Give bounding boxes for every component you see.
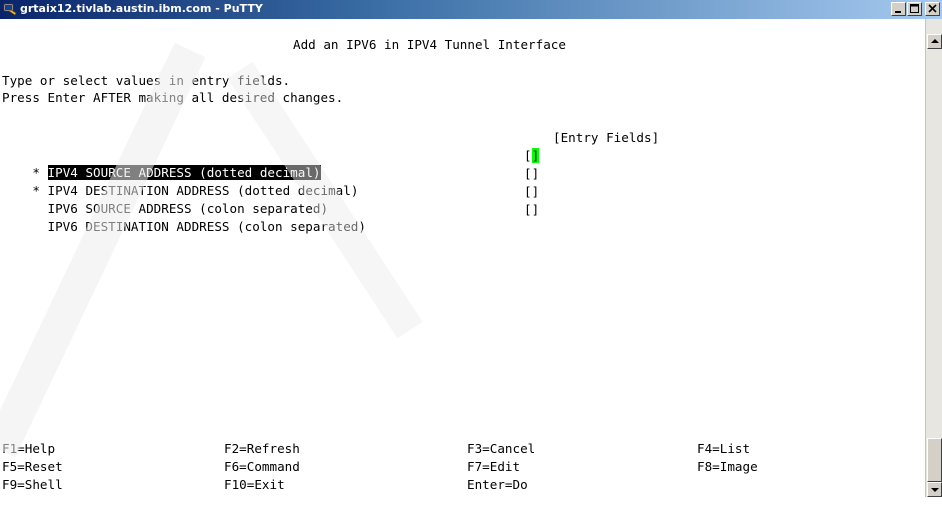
minimize-button[interactable] [891, 2, 906, 16]
field-row-ipv4-destination[interactable]: * IPV4 DESTINATION ADDRESS (dotted decim… [2, 165, 358, 198]
text-cursor: ] [531, 148, 540, 163]
field-row-ipv4-source[interactable]: * IPV4 SOURCE ADDRESS (dotted decimal) [2, 147, 321, 180]
field-row-ipv6-source[interactable]: IPV6 SOURCE ADDRESS (colon separated) [2, 183, 329, 216]
fkey-help[interactable]: F1=Help [2, 440, 55, 457]
fkey-image[interactable]: F8=Image [697, 458, 758, 475]
fkey-command[interactable]: F6=Command [224, 458, 300, 475]
fkey-refresh[interactable]: F2=Refresh [224, 440, 300, 457]
window-controls [891, 2, 940, 17]
fkey-cancel[interactable]: F3=Cancel [467, 440, 535, 457]
fkey-enter-do[interactable]: Enter=Do [467, 476, 528, 493]
instruction-line: Press Enter AFTER making all desired cha… [2, 90, 344, 105]
close-icon [928, 4, 937, 13]
field-label-ipv6-destination[interactable]: IPV6 DESTINATION ADDRESS (colon separate… [48, 219, 366, 234]
fkey-exit[interactable]: F10=Exit [224, 476, 285, 493]
arrow-down-icon [931, 488, 939, 492]
entry-fields-header: [Entry Fields] [553, 130, 660, 145]
scroll-down-button[interactable] [927, 482, 942, 497]
close-button[interactable] [925, 2, 940, 16]
instruction-line: Type or select values in entry fields. [2, 73, 291, 88]
window-title: grtaix12.tivlab.austin.ibm.com - PuTTY [20, 2, 263, 15]
putty-icon [3, 3, 17, 16]
window-titlebar[interactable]: grtaix12.tivlab.austin.ibm.com - PuTTY [0, 0, 942, 19]
fkey-list[interactable]: F4=List [697, 440, 750, 457]
field-input-ipv4-destination[interactable]: [] [524, 165, 539, 182]
field-input-ipv6-destination[interactable]: [] [524, 201, 539, 218]
field-input-ipv4-source[interactable]: [] [524, 147, 540, 164]
vertical-scrollbar[interactable] [925, 19, 942, 497]
terminal-screen[interactable]: Add an IPV6 in IPV4 Tunnel Interface Typ… [0, 19, 925, 497]
maximize-button[interactable] [907, 2, 922, 16]
arrow-up-icon [931, 39, 939, 43]
fkey-edit[interactable]: F7=Edit [467, 458, 520, 475]
scroll-up-button[interactable] [927, 34, 942, 49]
field-row-ipv6-destination[interactable]: IPV6 DESTINATION ADDRESS (colon separate… [2, 201, 366, 234]
screen-header: Add an IPV6 in IPV4 Tunnel Interface [293, 37, 566, 52]
field-input-ipv6-source[interactable]: [] [524, 183, 539, 200]
maximize-icon [910, 4, 919, 13]
scroll-thumb[interactable] [927, 438, 942, 482]
minimize-icon [895, 11, 901, 13]
fkey-reset[interactable]: F5=Reset [2, 458, 63, 475]
fkey-shell[interactable]: F9=Shell [2, 476, 63, 493]
